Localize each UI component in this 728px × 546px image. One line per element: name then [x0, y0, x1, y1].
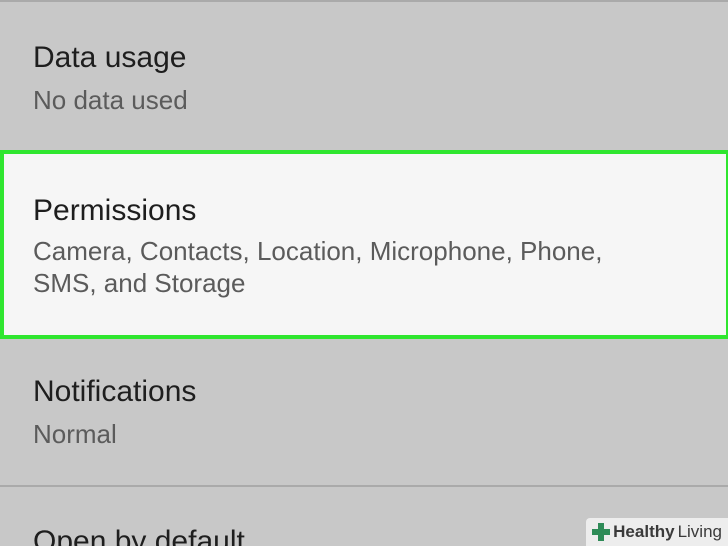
settings-item-subtitle: No data used	[33, 85, 188, 115]
healthy-living-watermark: Healthy Living	[586, 518, 728, 546]
settings-item-title: Open by default	[33, 525, 245, 546]
watermark-brand-part2: Living	[677, 522, 722, 541]
settings-item-title: Notifications	[33, 375, 197, 408]
settings-item-notifications[interactable]: Notifications Normal	[0, 340, 728, 485]
watermark-brand-part1: Healthy	[613, 522, 675, 541]
settings-screen: Data usage No data used Permissions Came…	[0, 0, 728, 546]
settings-item-data-usage[interactable]: Data usage No data used	[0, 2, 728, 148]
settings-item-subtitle: Camera, Contacts, Location, Microphone, …	[33, 236, 603, 298]
settings-item-title: Data usage	[33, 41, 187, 74]
plus-cross-icon	[592, 523, 611, 541]
settings-item-title: Permissions	[33, 194, 197, 227]
settings-item-permissions[interactable]: Permissions Camera, Contacts, Location, …	[0, 150, 728, 339]
settings-item-subtitle: Normal	[33, 419, 117, 449]
